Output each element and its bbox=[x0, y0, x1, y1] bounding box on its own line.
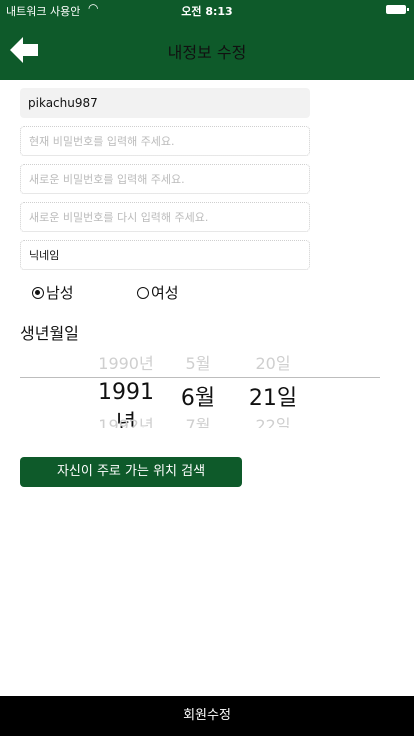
picker-selected-month[interactable]: 6월 bbox=[170, 380, 226, 412]
gender-male-label: 남성 bbox=[46, 284, 74, 302]
gender-female-label: 여성 bbox=[151, 284, 179, 302]
picker-prev-day[interactable]: 20일 bbox=[242, 352, 304, 374]
current-password-input[interactable]: 현재 비밀번호를 입력해 주세요. bbox=[20, 126, 310, 156]
picker-selection-line-top bbox=[20, 377, 380, 378]
picker-prev-month[interactable]: 5월 bbox=[170, 352, 226, 374]
battery-icon bbox=[386, 5, 409, 14]
status-bar: 내트워크 사용안 ◠ 오전 8:13 bbox=[0, 0, 414, 20]
birth-date-picker[interactable]: 1990년 5월 20일 1991년 6월 21일 1992년 7월 22일 bbox=[20, 352, 380, 428]
gender-male-radio[interactable]: 남성 bbox=[32, 282, 74, 303]
page-title: 내정보 수정 bbox=[167, 43, 247, 62]
picker-next-year[interactable]: 1992년 bbox=[90, 412, 162, 428]
picker-prev-year[interactable]: 1990년 bbox=[90, 352, 162, 374]
radio-selected-icon bbox=[32, 286, 44, 299]
picker-next-day[interactable]: 22일 bbox=[242, 412, 304, 428]
radio-unselected-icon bbox=[137, 286, 149, 299]
update-member-button[interactable]: 회원수정 bbox=[0, 696, 414, 736]
location-search-button[interactable]: 자신이 주로 가는 위치 검색 bbox=[20, 457, 242, 487]
user-id-field[interactable]: pikachu987 bbox=[20, 88, 310, 118]
birth-date-label: 생년월일 bbox=[20, 324, 79, 343]
picker-row-next[interactable]: 1992년 7월 22일 bbox=[20, 412, 380, 428]
new-password-input[interactable]: 새로운 비밀번호를 입력해 주세요. bbox=[20, 164, 310, 194]
picker-row-prev[interactable]: 1990년 5월 20일 bbox=[20, 352, 380, 374]
picker-selected-day[interactable]: 21일 bbox=[242, 380, 304, 412]
gender-female-radio[interactable]: 여성 bbox=[137, 282, 179, 303]
confirm-password-input[interactable]: 새로운 비밀번호를 다시 입력해 주세요. bbox=[20, 202, 310, 232]
navigation-bar: 내정보 수정 bbox=[0, 20, 414, 80]
nickname-input[interactable]: 닉네임 bbox=[20, 240, 310, 270]
picker-next-month[interactable]: 7월 bbox=[170, 412, 226, 428]
clock-time: 오전 8:13 bbox=[181, 5, 233, 18]
picker-row-selected[interactable]: 1991년 6월 21일 bbox=[20, 380, 380, 428]
